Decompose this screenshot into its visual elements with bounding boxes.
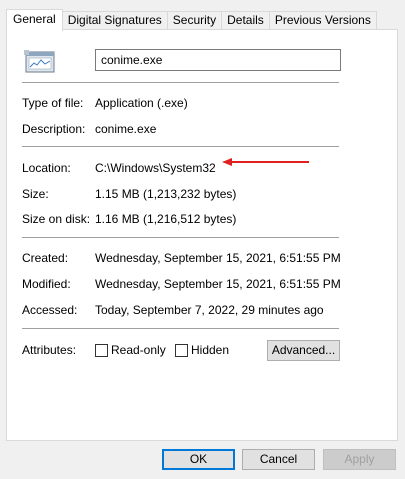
- modified-label: Modified:: [22, 277, 71, 291]
- type-label: Type of file:: [22, 96, 84, 110]
- red-arrow-annotation: [222, 158, 309, 166]
- general-panel: conime.exe Type of file: Application (.e…: [6, 29, 398, 441]
- location-value: C:\Windows\System32: [95, 161, 216, 175]
- location-label: Location:: [22, 161, 71, 175]
- read-only-checkbox[interactable]: Read-only: [95, 343, 166, 357]
- apply-button[interactable]: Apply: [323, 449, 396, 470]
- size-label: Size:: [22, 187, 49, 201]
- read-only-label: Read-only: [111, 343, 166, 357]
- description-value: conime.exe: [95, 122, 157, 136]
- type-value: Application (.exe): [95, 96, 188, 110]
- created-value: Wednesday, September 15, 2021, 6:51:55 P…: [95, 251, 341, 265]
- hidden-label: Hidden: [191, 343, 230, 357]
- file-name-field[interactable]: conime.exe: [95, 49, 341, 71]
- tab-security[interactable]: Security: [166, 11, 223, 30]
- tab-details[interactable]: Details: [221, 11, 270, 30]
- created-label: Created:: [22, 251, 69, 265]
- accessed-value: Today, September 7, 2022, 29 minutes ago: [95, 303, 324, 317]
- tab-strip: General Digital Signatures Security Deta…: [6, 9, 377, 31]
- hidden-checkbox[interactable]: Hidden: [175, 343, 229, 357]
- separator: [22, 146, 339, 147]
- separator: [22, 328, 339, 329]
- checkbox-box[interactable]: [175, 343, 188, 357]
- size-on-disk-value: 1.16 MB (1,216,512 bytes): [95, 212, 237, 226]
- application-window-icon: [24, 50, 55, 73]
- description-label: Description:: [22, 122, 86, 136]
- cancel-button[interactable]: Cancel: [242, 449, 315, 470]
- tab-general[interactable]: General: [6, 9, 63, 31]
- separator: [22, 237, 339, 238]
- accessed-label: Accessed:: [22, 303, 78, 317]
- tab-previous-versions[interactable]: Previous Versions: [268, 11, 377, 30]
- ok-button[interactable]: OK: [162, 449, 235, 470]
- tab-digital-signatures[interactable]: Digital Signatures: [61, 11, 168, 30]
- advanced-button[interactable]: Advanced...: [267, 340, 340, 361]
- separator: [22, 82, 339, 83]
- size-value: 1.15 MB (1,213,232 bytes): [95, 187, 237, 201]
- checkbox-box[interactable]: [95, 343, 108, 357]
- size-on-disk-label: Size on disk:: [22, 212, 91, 226]
- modified-value: Wednesday, September 15, 2021, 6:51:55 P…: [95, 277, 341, 291]
- attributes-label: Attributes:: [22, 343, 77, 357]
